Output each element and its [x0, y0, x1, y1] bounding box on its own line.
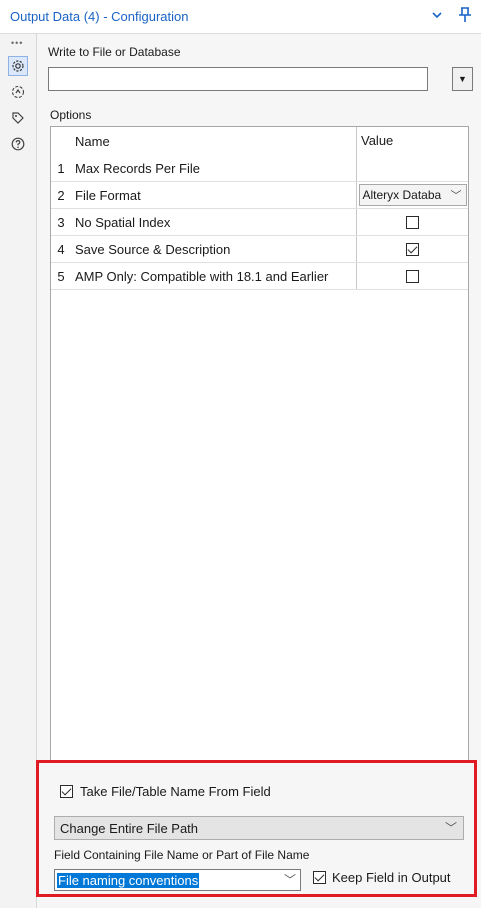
file-format-select[interactable]: Alteryx Databa ﹀: [358, 184, 467, 206]
option-name: File Format: [73, 182, 357, 208]
option-name: AMP Only: Compatible with 18.1 and Earli…: [73, 263, 357, 289]
option-row[interactable]: 3 No Spatial Index: [51, 209, 468, 235]
options-label: Options: [50, 108, 92, 122]
write-to-input[interactable]: [48, 67, 428, 91]
settings-gear-icon[interactable]: [8, 56, 28, 76]
tag-icon[interactable]: [8, 108, 28, 128]
dropdown-arrow-icon: ▼: [458, 74, 467, 84]
option-name: Save Source & Description: [73, 236, 357, 262]
option-row[interactable]: 4 Save Source & Description: [51, 236, 468, 262]
row-number: 2: [57, 187, 65, 203]
help-icon[interactable]: [8, 134, 28, 154]
row-number: 4: [57, 241, 65, 257]
file-format-value: Alteryx Databa: [362, 188, 442, 202]
chevron-down-icon: ﹀: [450, 190, 462, 202]
option-row[interactable]: 5 AMP Only: Compatible with 18.1 and Ear…: [51, 263, 468, 289]
left-toolbar: •••: [0, 34, 37, 908]
row-number: 3: [57, 214, 65, 230]
more-dots-icon[interactable]: •••: [11, 38, 23, 48]
window-title: Output Data (4) - Configuration: [10, 9, 189, 24]
options-grid: Name Value 1 Max Records Per File 2 File…: [50, 126, 469, 798]
row-number: 5: [57, 268, 65, 284]
max-records-input[interactable]: [357, 155, 468, 181]
collapse-chevron-icon[interactable]: [431, 8, 443, 25]
option-name: No Spatial Index: [73, 209, 357, 235]
highlight-box: [36, 760, 477, 897]
amp-only-checkbox[interactable]: [406, 269, 419, 283]
option-row[interactable]: 1 Max Records Per File: [51, 155, 468, 181]
title-bar: Output Data (4) - Configuration: [0, 0, 481, 34]
row-number: 1: [57, 160, 65, 176]
connections-icon[interactable]: [8, 82, 28, 102]
write-to-label: Write to File or Database: [48, 45, 181, 59]
pin-icon[interactable]: [458, 6, 472, 28]
no-spatial-index-checkbox[interactable]: [406, 215, 419, 229]
option-row[interactable]: 2 File Format Alteryx Databa ﹀: [51, 182, 468, 208]
grid-header: Name Value: [51, 127, 468, 155]
option-name: Max Records Per File: [73, 155, 357, 181]
save-source-checkbox[interactable]: [406, 242, 419, 256]
header-name: Name: [73, 127, 357, 155]
write-to-dropdown-button[interactable]: ▼: [452, 67, 473, 91]
header-value: Value: [361, 133, 394, 148]
